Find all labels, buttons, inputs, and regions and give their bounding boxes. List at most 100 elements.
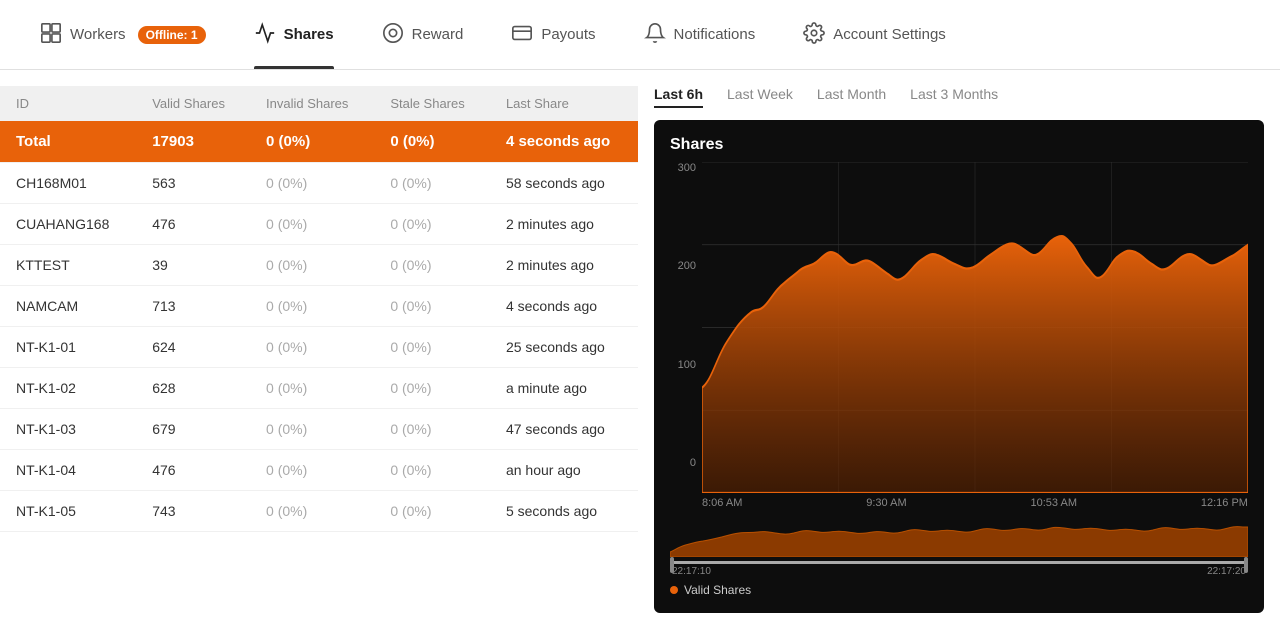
table-row: KTTEST390 (0%)0 (0%)2 minutes ago <box>0 245 638 286</box>
table-row: NT-K1-04476 0 (0%) 0 (0%) an hour ago <box>0 450 638 491</box>
row-cell-3: 0 (0%) <box>374 450 490 491</box>
nav-item-account[interactable]: Account Settings <box>779 0 970 69</box>
legend-label: Valid Shares <box>684 583 751 597</box>
zero-value: 0 (0%) <box>390 380 431 396</box>
chart-tab-6h[interactable]: Last 6h <box>654 82 703 108</box>
payouts-icon <box>511 22 533 48</box>
zero-value: 0 (0%) <box>390 503 431 519</box>
y-axis-label: 0 <box>670 457 696 469</box>
shares-table-section: IDValid SharesInvalid SharesStale Shares… <box>0 70 638 625</box>
main-nav: Workers Offline: 1 Shares Reward Payouts… <box>0 0 1280 70</box>
row-cell-3: 0 (0%) <box>374 409 490 450</box>
range-label: 22:17:10 <box>672 566 711 577</box>
row-cell-1: 713 <box>136 286 250 327</box>
zero-value: 0 (0%) <box>266 216 307 232</box>
row-cell-3: 0 (0%) <box>374 491 490 532</box>
nav-label-reward: Reward <box>412 26 464 43</box>
range-slider[interactable] <box>670 561 1248 564</box>
row-cell-3: 0 (0%) <box>374 368 490 409</box>
row-cell-4: 2 minutes ago <box>490 204 638 245</box>
range-label: 22:17:20 <box>1207 566 1246 577</box>
shares-table: IDValid SharesInvalid SharesStale Shares… <box>0 86 638 532</box>
total-cell-1: 17903 <box>136 121 250 163</box>
row-cell-2: 0 (0%) <box>250 245 374 286</box>
x-axis-label: 12:16 PM <box>1201 497 1248 509</box>
mini-chart <box>670 517 1248 557</box>
col-header-stale-shares: Stale Shares <box>374 86 490 121</box>
zero-value: 0 (0%) <box>266 462 307 478</box>
zero-value: 0 (0%) <box>266 175 307 191</box>
row-cell-2: 0 (0%) <box>250 163 374 204</box>
row-cell-0: NT-K1-04 <box>0 450 136 491</box>
shares-icon <box>254 22 276 48</box>
table-row: NAMCAM7130 (0%)0 (0%)4 seconds ago <box>0 286 638 327</box>
zero-value: 0 (0%) <box>266 339 307 355</box>
zero-value: 0 (0%) <box>266 503 307 519</box>
x-axis-label: 9:30 AM <box>866 497 906 509</box>
row-cell-0: CUAHANG168 <box>0 204 136 245</box>
row-cell-1: 476 <box>136 450 250 491</box>
row-cell-4: a minute ago <box>490 368 638 409</box>
chart-tab-month[interactable]: Last Month <box>817 82 886 108</box>
nav-label-workers: Workers <box>70 26 126 43</box>
y-axis-label: 300 <box>670 162 696 174</box>
row-cell-0: KTTEST <box>0 245 136 286</box>
row-cell-2: 0 (0%) <box>250 327 374 368</box>
row-cell-0: NT-K1-03 <box>0 409 136 450</box>
zero-value: 0 (0%) <box>390 175 431 191</box>
col-header-last-share: Last Share <box>490 86 638 121</box>
nav-item-shares[interactable]: Shares <box>230 0 358 69</box>
chart-tab-3months[interactable]: Last 3 Months <box>910 82 998 108</box>
row-cell-4: 2 minutes ago <box>490 245 638 286</box>
zero-value: 0 (0%) <box>390 421 431 437</box>
row-cell-4: 4 seconds ago <box>490 286 638 327</box>
total-cell-0: Total <box>0 121 136 163</box>
row-cell-3: 0 (0%) <box>374 204 490 245</box>
nav-label-notifications: Notifications <box>674 26 756 43</box>
row-cell-1: 624 <box>136 327 250 368</box>
y-axis-label: 200 <box>670 260 696 272</box>
nav-item-workers[interactable]: Workers Offline: 1 <box>16 0 230 69</box>
row-cell-2: 0 (0%) <box>250 286 374 327</box>
chart-title: Shares <box>670 136 1248 154</box>
row-cell-0: NT-K1-01 <box>0 327 136 368</box>
row-cell-3: 0 (0%) <box>374 245 490 286</box>
notifications-icon <box>644 22 666 48</box>
reward-icon <box>382 22 404 48</box>
nav-label-payouts: Payouts <box>541 26 595 43</box>
nav-badge-workers: Offline: 1 <box>138 26 206 44</box>
range-handle-right[interactable] <box>1244 557 1248 573</box>
total-cell-3: 0 (0%) <box>374 121 490 163</box>
chart-tab-week[interactable]: Last Week <box>727 82 793 108</box>
zero-value: 0 (0%) <box>390 462 431 478</box>
zero-value: 0 (0%) <box>266 380 307 396</box>
legend-dot <box>670 586 678 594</box>
table-row: NT-K1-026280 (0%)0 (0%)a minute ago <box>0 368 638 409</box>
range-handle-left[interactable] <box>670 557 674 573</box>
col-header-invalid-shares: Invalid Shares <box>250 86 374 121</box>
total-cell-2: 0 (0%) <box>250 121 374 163</box>
zero-value: 0 (0%) <box>266 298 307 314</box>
y-axis-label: 100 <box>670 359 696 371</box>
row-cell-2: 0 (0%) <box>250 450 374 491</box>
nav-item-payouts[interactable]: Payouts <box>487 0 619 69</box>
row-cell-4: 47 seconds ago <box>490 409 638 450</box>
row-cell-3: 0 (0%) <box>374 163 490 204</box>
row-cell-4: 25 seconds ago <box>490 327 638 368</box>
row-cell-1: 743 <box>136 491 250 532</box>
row-cell-0: NT-K1-05 <box>0 491 136 532</box>
nav-label-shares: Shares <box>284 26 334 43</box>
row-cell-4: an hour ago <box>490 450 638 491</box>
row-cell-0: CH168M01 <box>0 163 136 204</box>
chart-legend: Valid Shares <box>670 583 1248 597</box>
nav-item-notifications[interactable]: Notifications <box>620 0 780 69</box>
zero-value: 0 (0%) <box>390 257 431 273</box>
row-cell-1: 476 <box>136 204 250 245</box>
row-cell-1: 628 <box>136 368 250 409</box>
zero-value: 0 (0%) <box>390 216 431 232</box>
row-cell-4: 5 seconds ago <box>490 491 638 532</box>
nav-item-reward[interactable]: Reward <box>358 0 488 69</box>
row-cell-1: 39 <box>136 245 250 286</box>
row-cell-2: 0 (0%) <box>250 368 374 409</box>
total-cell-4: 4 seconds ago <box>490 121 638 163</box>
